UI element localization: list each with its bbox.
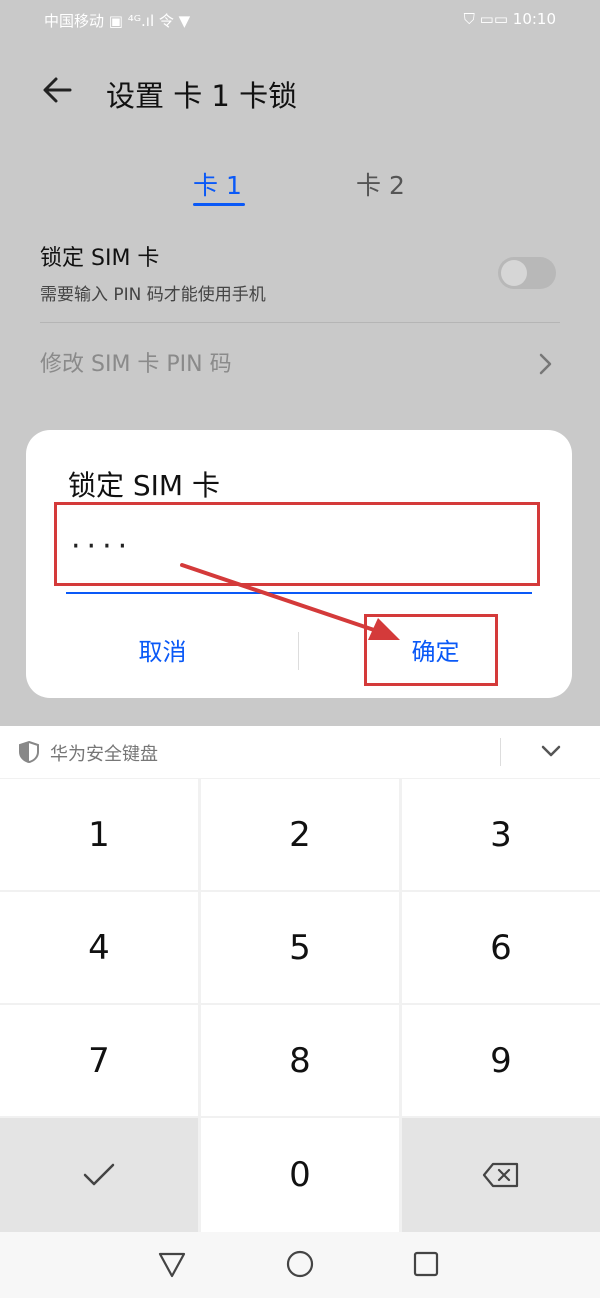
chevron-down-icon[interactable] <box>538 738 564 764</box>
confirm-highlight-box <box>364 614 498 686</box>
key-done[interactable] <box>0 1118 198 1232</box>
toggle-knob <box>501 260 527 286</box>
key-7[interactable]: 7 <box>0 1005 198 1116</box>
pin-input-underline <box>66 592 532 594</box>
nav-home-icon[interactable] <box>284 1248 316 1280</box>
shield-icon <box>19 740 39 764</box>
nav-recents-icon[interactable] <box>410 1248 442 1280</box>
system-navigation-bar <box>0 1232 600 1298</box>
tab-card-2[interactable]: 卡 2 <box>356 166 405 202</box>
pin-input-highlight[interactable]: ···· <box>54 502 540 586</box>
key-backspace[interactable] <box>402 1118 600 1232</box>
lock-sim-title: 锁定 SIM 卡 <box>40 246 160 271</box>
numeric-keypad: 1 2 3 4 5 6 7 8 9 0 <box>0 778 600 1232</box>
key-6[interactable]: 6 <box>402 892 600 1003</box>
key-2[interactable]: 2 <box>201 779 399 890</box>
status-left: 中国移动 ▣ ⁴ᴳ.ıl 令 ▼ <box>44 12 191 30</box>
lock-sim-row[interactable]: 锁定 SIM 卡 需要输入 PIN 码才能使用手机 <box>40 240 560 320</box>
title-bar: 设置 卡 1 卡锁 <box>0 60 600 120</box>
change-pin-row[interactable]: 修改 SIM 卡 PIN 码 <box>40 346 560 386</box>
key-4[interactable]: 4 <box>0 892 198 1003</box>
key-1[interactable]: 1 <box>0 779 198 890</box>
key-3[interactable]: 3 <box>402 779 600 890</box>
dialog-title: 锁定 SIM 卡 <box>68 469 220 502</box>
keyboard-header-divider <box>500 738 501 766</box>
divider <box>40 322 560 323</box>
nav-back-icon[interactable] <box>156 1248 188 1280</box>
status-right: ⛉ ▭▭ 10:10 <box>463 10 556 28</box>
lock-sim-subtitle: 需要输入 PIN 码才能使用手机 <box>40 285 266 305</box>
key-8[interactable]: 8 <box>201 1005 399 1116</box>
key-9[interactable]: 9 <box>402 1005 600 1116</box>
page-title: 设置 卡 1 卡锁 <box>106 79 298 113</box>
keyboard-header: 华为安全键盘 <box>0 726 600 778</box>
backspace-icon <box>482 1162 519 1188</box>
lock-sim-dialog: 锁定 SIM 卡 ···· 取消 确定 <box>26 430 572 698</box>
lock-sim-toggle[interactable] <box>498 257 556 289</box>
chevron-right-icon <box>539 353 552 375</box>
change-pin-title: 修改 SIM 卡 PIN 码 <box>40 352 232 377</box>
cancel-button[interactable]: 取消 <box>26 626 299 678</box>
key-0[interactable]: 0 <box>201 1118 399 1232</box>
pin-input[interactable]: ···· <box>71 529 133 564</box>
active-tab-indicator <box>193 203 245 206</box>
tab-card-1[interactable]: 卡 1 <box>193 166 242 202</box>
tab-bar: 卡 1 卡 2 <box>0 158 600 218</box>
arrow-left-icon[interactable] <box>40 72 76 108</box>
status-bar: 中国移动 ▣ ⁴ᴳ.ıl 令 ▼ ⛉ ▭▭ 10:10 <box>0 0 600 40</box>
keyboard-label: 华为安全键盘 <box>50 744 158 765</box>
key-5[interactable]: 5 <box>201 892 399 1003</box>
check-icon <box>83 1163 115 1186</box>
